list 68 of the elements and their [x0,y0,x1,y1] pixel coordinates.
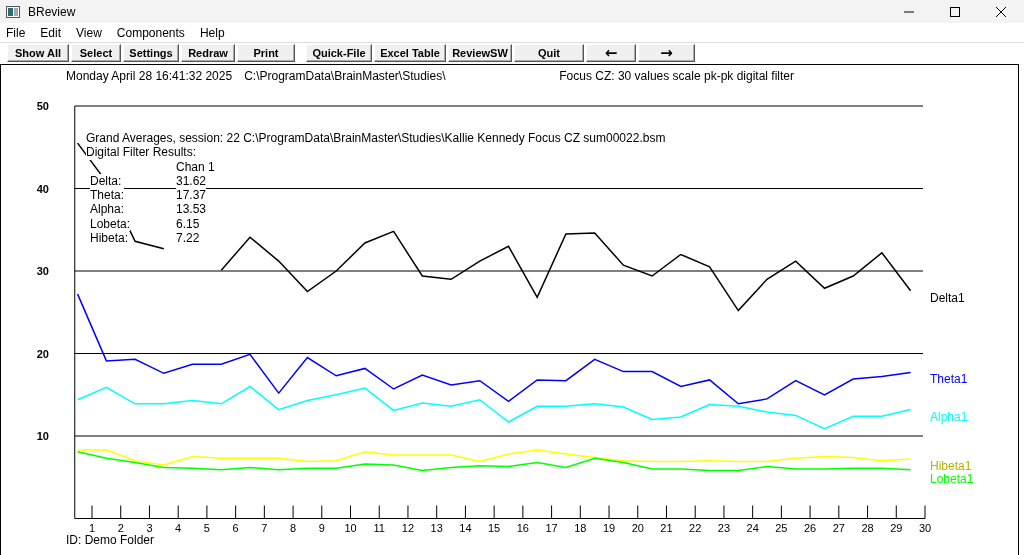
toolbar-button[interactable]: Quit [514,44,584,62]
x-tick-label: 27 [832,521,845,534]
x-tick-label: 8 [290,521,297,534]
y-tick-label: 30 [36,265,49,277]
toolbar-button[interactable]: Redraw [181,44,235,62]
band-label: Alpha: [90,202,125,217]
x-tick-label: 17 [545,521,558,534]
series-label: Theta1 [930,372,968,387]
x-tick-label: 6 [232,521,239,534]
series-label: Hibeta1 [930,459,972,474]
x-tick-label: 30 [918,521,932,534]
x-tick-label: 15 [488,521,501,534]
x-tick-label: 1 [88,521,96,534]
column-header: Chan 1 [176,159,215,174]
x-tick-label: 26 [804,521,817,534]
folder-id: ID: Demo Folder [66,533,155,547]
x-tick-label: 25 [775,521,788,534]
x-tick-label: 19 [602,521,616,534]
menu-item[interactable]: Help [197,25,232,40]
y-tick-label: 40 [36,182,49,195]
x-tick-label: 9 [318,521,325,534]
x-tick-label: 14 [459,521,472,534]
x-tick-label: 3 [146,521,153,534]
x-tick-label: 29 [890,521,903,534]
x-tick-label: 20 [631,521,644,534]
toolbar-button[interactable]: Quick-File [306,44,372,62]
x-tick-label: 22 [689,521,702,534]
x-tick-label: 16 [516,521,529,534]
x-tick-label: 11 [373,521,385,534]
results-title: Grand Averages, session: 22 C:\ProgramData\BrainMaster\Studies\Kallie Kennedy Focus CZ sum00022.bsm [86,131,666,146]
toolbar-button[interactable]: Print [237,44,295,62]
toolbar-button[interactable]: Settings [123,44,179,62]
x-tick-label: 5 [203,521,210,534]
x-tick-label: 24 [746,521,759,534]
y-tick-label: 50 [36,100,49,112]
x-tick-label: 12 [401,521,415,534]
y-tick-label: 20 [36,347,49,360]
x-tick-label: 13 [430,521,443,534]
x-tick-label: 2 [117,521,124,534]
x-tick-label: 28 [861,521,874,534]
series-label: Lobeta1 [930,472,974,487]
x-tick-label: 10 [344,521,357,534]
results-subtitle: Digital Filter Results: [86,145,197,160]
menu-item[interactable]: Edit [38,25,69,40]
x-tick-label: 4 [175,521,182,534]
band-label: Theta: [90,188,125,203]
window-title: BReview [28,4,77,19]
series-label: Delta1 [930,290,965,305]
session-date: Monday April 28 16:41:32 2025 [66,68,233,83]
toolbar-button[interactable]: ReviewSW [448,44,512,62]
toolbar-button[interactable]: ← [586,44,636,62]
x-tick-label: 23 [717,521,731,534]
toolbar-button[interactable]: Excel Table [374,44,446,62]
y-tick-label: 10 [36,430,49,442]
x-tick-label: 7 [261,521,268,534]
folder-path: C:\ProgramData\BrainMaster\Studies\ [244,68,446,83]
toolbar-button[interactable]: Show All [7,44,69,62]
x-tick-label: 21 [660,521,673,534]
menu-item[interactable]: Components [114,25,192,40]
menu-item[interactable]: File [4,25,33,40]
menu-item[interactable]: View [74,25,109,40]
toolbar-button[interactable]: → [638,44,695,62]
filter-description: Focus CZ: 30 values scale pk-pk digital filter [559,68,794,83]
x-tick-label: 18 [574,521,587,534]
app-icon [6,5,20,18]
band-label: Delta: [90,173,122,189]
toolbar-button[interactable]: Select [71,44,121,62]
series-label: Alpha1 [930,409,968,424]
